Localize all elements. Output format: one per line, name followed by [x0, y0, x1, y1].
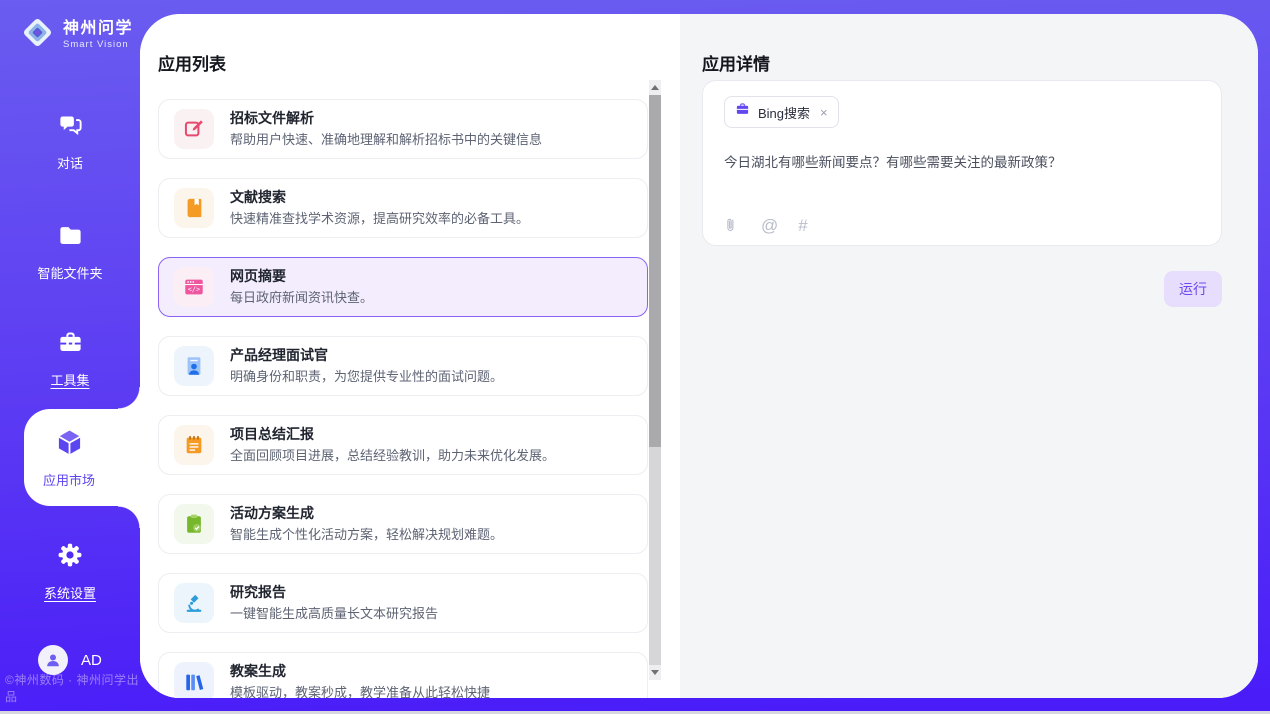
scroll-down-button[interactable] [649, 665, 661, 680]
brand-diamond-icon [19, 14, 56, 56]
svg-text:</>: </> [188, 286, 200, 294]
app-name: 产品经理面试官 [230, 347, 503, 363]
chat-icon [57, 112, 84, 144]
sidebar-item-label: 对话 [57, 153, 83, 172]
briefcase-icon [735, 102, 750, 122]
app-description: 一键智能生成高质量长文本研究报告 [230, 607, 438, 622]
list-scrollbar[interactable] [649, 80, 661, 680]
app-list-panel: 应用列表 招标文件解析 帮助用户快速、准确地理解和解析招标书中的关键信息 [140, 14, 680, 698]
hash-icon[interactable]: # [798, 216, 807, 236]
sidebar-item-settings[interactable]: 系统设置 [0, 541, 140, 602]
sidebar-item-toolset[interactable]: 工具集 [0, 329, 140, 389]
sidebar-item-smart-folder[interactable]: 智能文件夹 [0, 222, 140, 282]
edit-document-icon [174, 109, 214, 149]
close-icon[interactable]: × [820, 105, 828, 120]
app-name: 文献搜索 [230, 189, 529, 205]
sidebar-item-label: 工具集 [50, 370, 89, 389]
attachment-icon[interactable] [724, 217, 741, 234]
tool-tag-label: Bing搜索 [758, 103, 810, 122]
sidebar-item-app-market[interactable]: 应用市场 [24, 409, 140, 506]
app-name: 网页摘要 [230, 268, 373, 284]
prompt-card: Bing搜索 × 今日湖北有哪些新闻要点？有哪些需要关注的最新政策？ @ # [702, 80, 1222, 246]
app-description: 快速精准查找学术资源，提高研究效率的必备工具。 [230, 212, 529, 227]
webpage-code-icon: </> [174, 267, 214, 307]
microscope-icon [174, 583, 214, 623]
app-description: 全面回顾项目进展，总结经验教训，助力未来优化发展。 [230, 449, 555, 464]
notepad-icon [174, 425, 214, 465]
app-card-event-plan[interactable]: 活动方案生成 智能生成个性化活动方案，轻松解决规划难题。 [158, 494, 648, 554]
app-card-research-report[interactable]: 研究报告 一键智能生成高质量长文本研究报告 [158, 573, 648, 633]
app-name: 活动方案生成 [230, 505, 503, 521]
copyright-text: ©神州数码 · 神州问学出品 [5, 671, 145, 705]
prompt-toolbar: @ # [724, 216, 1200, 236]
interviewer-icon [174, 346, 214, 386]
sidebar-item-label: 应用市场 [43, 470, 95, 489]
mention-icon[interactable]: @ [761, 216, 778, 236]
user-initials: AD [81, 652, 102, 669]
run-button[interactable]: 运行 [1164, 271, 1222, 307]
scrollbar-thumb[interactable] [649, 95, 661, 447]
brand-title: 神州问学 [63, 20, 133, 38]
prompt-text[interactable]: 今日湖北有哪些新闻要点？有哪些需要关注的最新政策？ [724, 154, 1200, 172]
app-card-literature-search[interactable]: 文献搜索 快速精准查找学术资源，提高研究效率的必备工具。 [158, 178, 648, 238]
cube-icon [54, 427, 85, 463]
app-card-list: 招标文件解析 帮助用户快速、准确地理解和解析招标书中的关键信息 文献搜索 快速精… [158, 99, 648, 698]
app-description: 帮助用户快速、准确地理解和解析招标书中的关键信息 [230, 133, 542, 148]
book-icon [174, 188, 214, 228]
app-logo: 神州问学 Smart Vision [19, 14, 133, 56]
folder-icon [57, 222, 84, 254]
app-card-lesson-plan[interactable]: 教案生成 模板驱动，教案秒成，教学准备从此轻松快捷 [158, 652, 648, 698]
app-card-bid-parsing[interactable]: 招标文件解析 帮助用户快速、准确地理解和解析招标书中的关键信息 [158, 99, 648, 159]
app-name: 研究报告 [230, 584, 438, 600]
triangle-up-icon [651, 85, 659, 90]
app-name: 教案生成 [230, 663, 490, 679]
tool-tag-bing-search[interactable]: Bing搜索 × [724, 96, 839, 128]
brand-subtitle: Smart Vision [63, 39, 133, 50]
scroll-up-button[interactable] [649, 80, 661, 95]
app-detail-title: 应用详情 [702, 50, 770, 75]
sidebar: 神州问学 Smart Vision 对话 智能文件夹 [0, 0, 140, 714]
app-description: 模板驱动，教案秒成，教学准备从此轻松快捷 [230, 686, 490, 698]
triangle-down-icon [651, 670, 659, 675]
books-icon [174, 662, 214, 698]
app-name: 项目总结汇报 [230, 426, 555, 442]
app-description: 智能生成个性化活动方案，轻松解决规划难题。 [230, 528, 503, 543]
app-card-pm-interviewer[interactable]: 产品经理面试官 明确身份和职责，为您提供专业性的面试问题。 [158, 336, 648, 396]
content-area: 应用列表 招标文件解析 帮助用户快速、准确地理解和解析招标书中的关键信息 [140, 14, 1258, 698]
app-card-project-report[interactable]: 项目总结汇报 全面回顾项目进展，总结经验教训，助力未来优化发展。 [158, 415, 648, 475]
clipboard-check-icon [174, 504, 214, 544]
app-list-title: 应用列表 [158, 50, 226, 75]
app-name: 招标文件解析 [230, 110, 542, 126]
app-description: 每日政府新闻资讯快查。 [230, 291, 373, 306]
app-description: 明确身份和职责，为您提供专业性的面试问题。 [230, 370, 503, 385]
gear-icon [56, 541, 84, 574]
sidebar-item-label: 系统设置 [44, 583, 96, 602]
app-card-webpage-summary[interactable]: </> 网页摘要 每日政府新闻资讯快查。 [158, 257, 648, 317]
toolbox-icon [57, 329, 84, 361]
sidebar-item-label: 智能文件夹 [37, 263, 102, 282]
app-detail-panel: 应用详情 Bing搜索 × 今日湖北有哪些新闻要点？有哪些需要关注的最新政策？ [680, 14, 1258, 698]
sidebar-item-chat[interactable]: 对话 [0, 112, 140, 172]
run-row: 运行 [702, 271, 1222, 307]
